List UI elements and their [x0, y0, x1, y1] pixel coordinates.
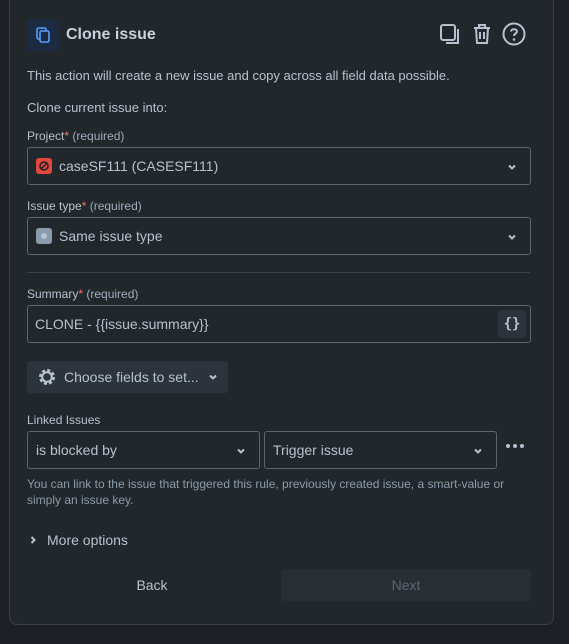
- gear-icon: [39, 369, 55, 385]
- required-mark: *: [81, 199, 87, 213]
- more-options-toggle[interactable]: More options: [27, 530, 128, 550]
- link-type-value: is blocked by: [36, 442, 117, 458]
- clone-into-label: Clone current issue into:: [27, 100, 168, 115]
- section-divider: [27, 272, 530, 273]
- link-target-value: Trigger issue: [273, 442, 354, 458]
- help-icon[interactable]: [501, 20, 527, 48]
- required-text: (required): [89, 199, 142, 213]
- project-field-label: Project* (required): [27, 129, 124, 143]
- summary-value: CLONE - {{issue.summary}}: [35, 316, 209, 332]
- trash-icon[interactable]: [469, 20, 495, 48]
- issue-type-value: Same issue type: [59, 228, 163, 244]
- smart-value-button[interactable]: {}: [498, 310, 526, 338]
- more-options-label: More options: [47, 532, 128, 548]
- summary-label-text: Summary: [27, 287, 79, 301]
- issue-type-select[interactable]: Same issue type: [27, 217, 531, 255]
- ellipsis-icon[interactable]: [503, 436, 527, 456]
- action-description: This action will create a new issue and …: [27, 68, 450, 83]
- clone-issue-panel: Clone issue This action will create a ne…: [9, 0, 554, 625]
- chevron-down-icon: [508, 234, 516, 240]
- chevron-down-icon: [208, 374, 217, 380]
- next-button[interactable]: Next: [281, 569, 531, 601]
- choose-fields-button[interactable]: Choose fields to set...: [27, 361, 228, 393]
- issue-type-label-text: Issue type: [27, 199, 82, 213]
- project-select[interactable]: caseSF111 (CASESF111): [27, 147, 531, 185]
- required-mark: *: [78, 287, 84, 301]
- linked-issue-target-select[interactable]: Trigger issue: [264, 431, 497, 469]
- panel-title: Clone issue: [66, 26, 156, 43]
- chevron-down-icon: [237, 448, 245, 454]
- link-type-select[interactable]: is blocked by: [27, 431, 260, 469]
- issue-type-icon: [36, 228, 52, 244]
- choose-fields-label: Choose fields to set...: [64, 369, 199, 385]
- project-avatar-icon: [36, 158, 52, 174]
- back-button[interactable]: Back: [27, 569, 277, 601]
- required-text: (required): [72, 129, 125, 143]
- project-label-text: Project: [27, 129, 65, 143]
- chevron-down-icon: [508, 164, 516, 170]
- chevron-right-icon: [30, 536, 36, 544]
- chevron-down-icon: [474, 448, 482, 454]
- required-text: (required): [86, 287, 139, 301]
- copy-icon[interactable]: [437, 20, 463, 48]
- issue-type-field-label: Issue type* (required): [27, 199, 142, 213]
- clone-action-icon: [27, 19, 59, 51]
- linked-issues-label: Linked Issues: [27, 413, 101, 427]
- summary-input[interactable]: CLONE - {{issue.summary}} {}: [27, 305, 531, 343]
- project-value: caseSF111 (CASESF111): [59, 158, 219, 174]
- linked-issues-hint: You can link to the issue that triggered…: [27, 477, 505, 507]
- required-mark: *: [64, 129, 70, 143]
- summary-field-label: Summary* (required): [27, 287, 138, 301]
